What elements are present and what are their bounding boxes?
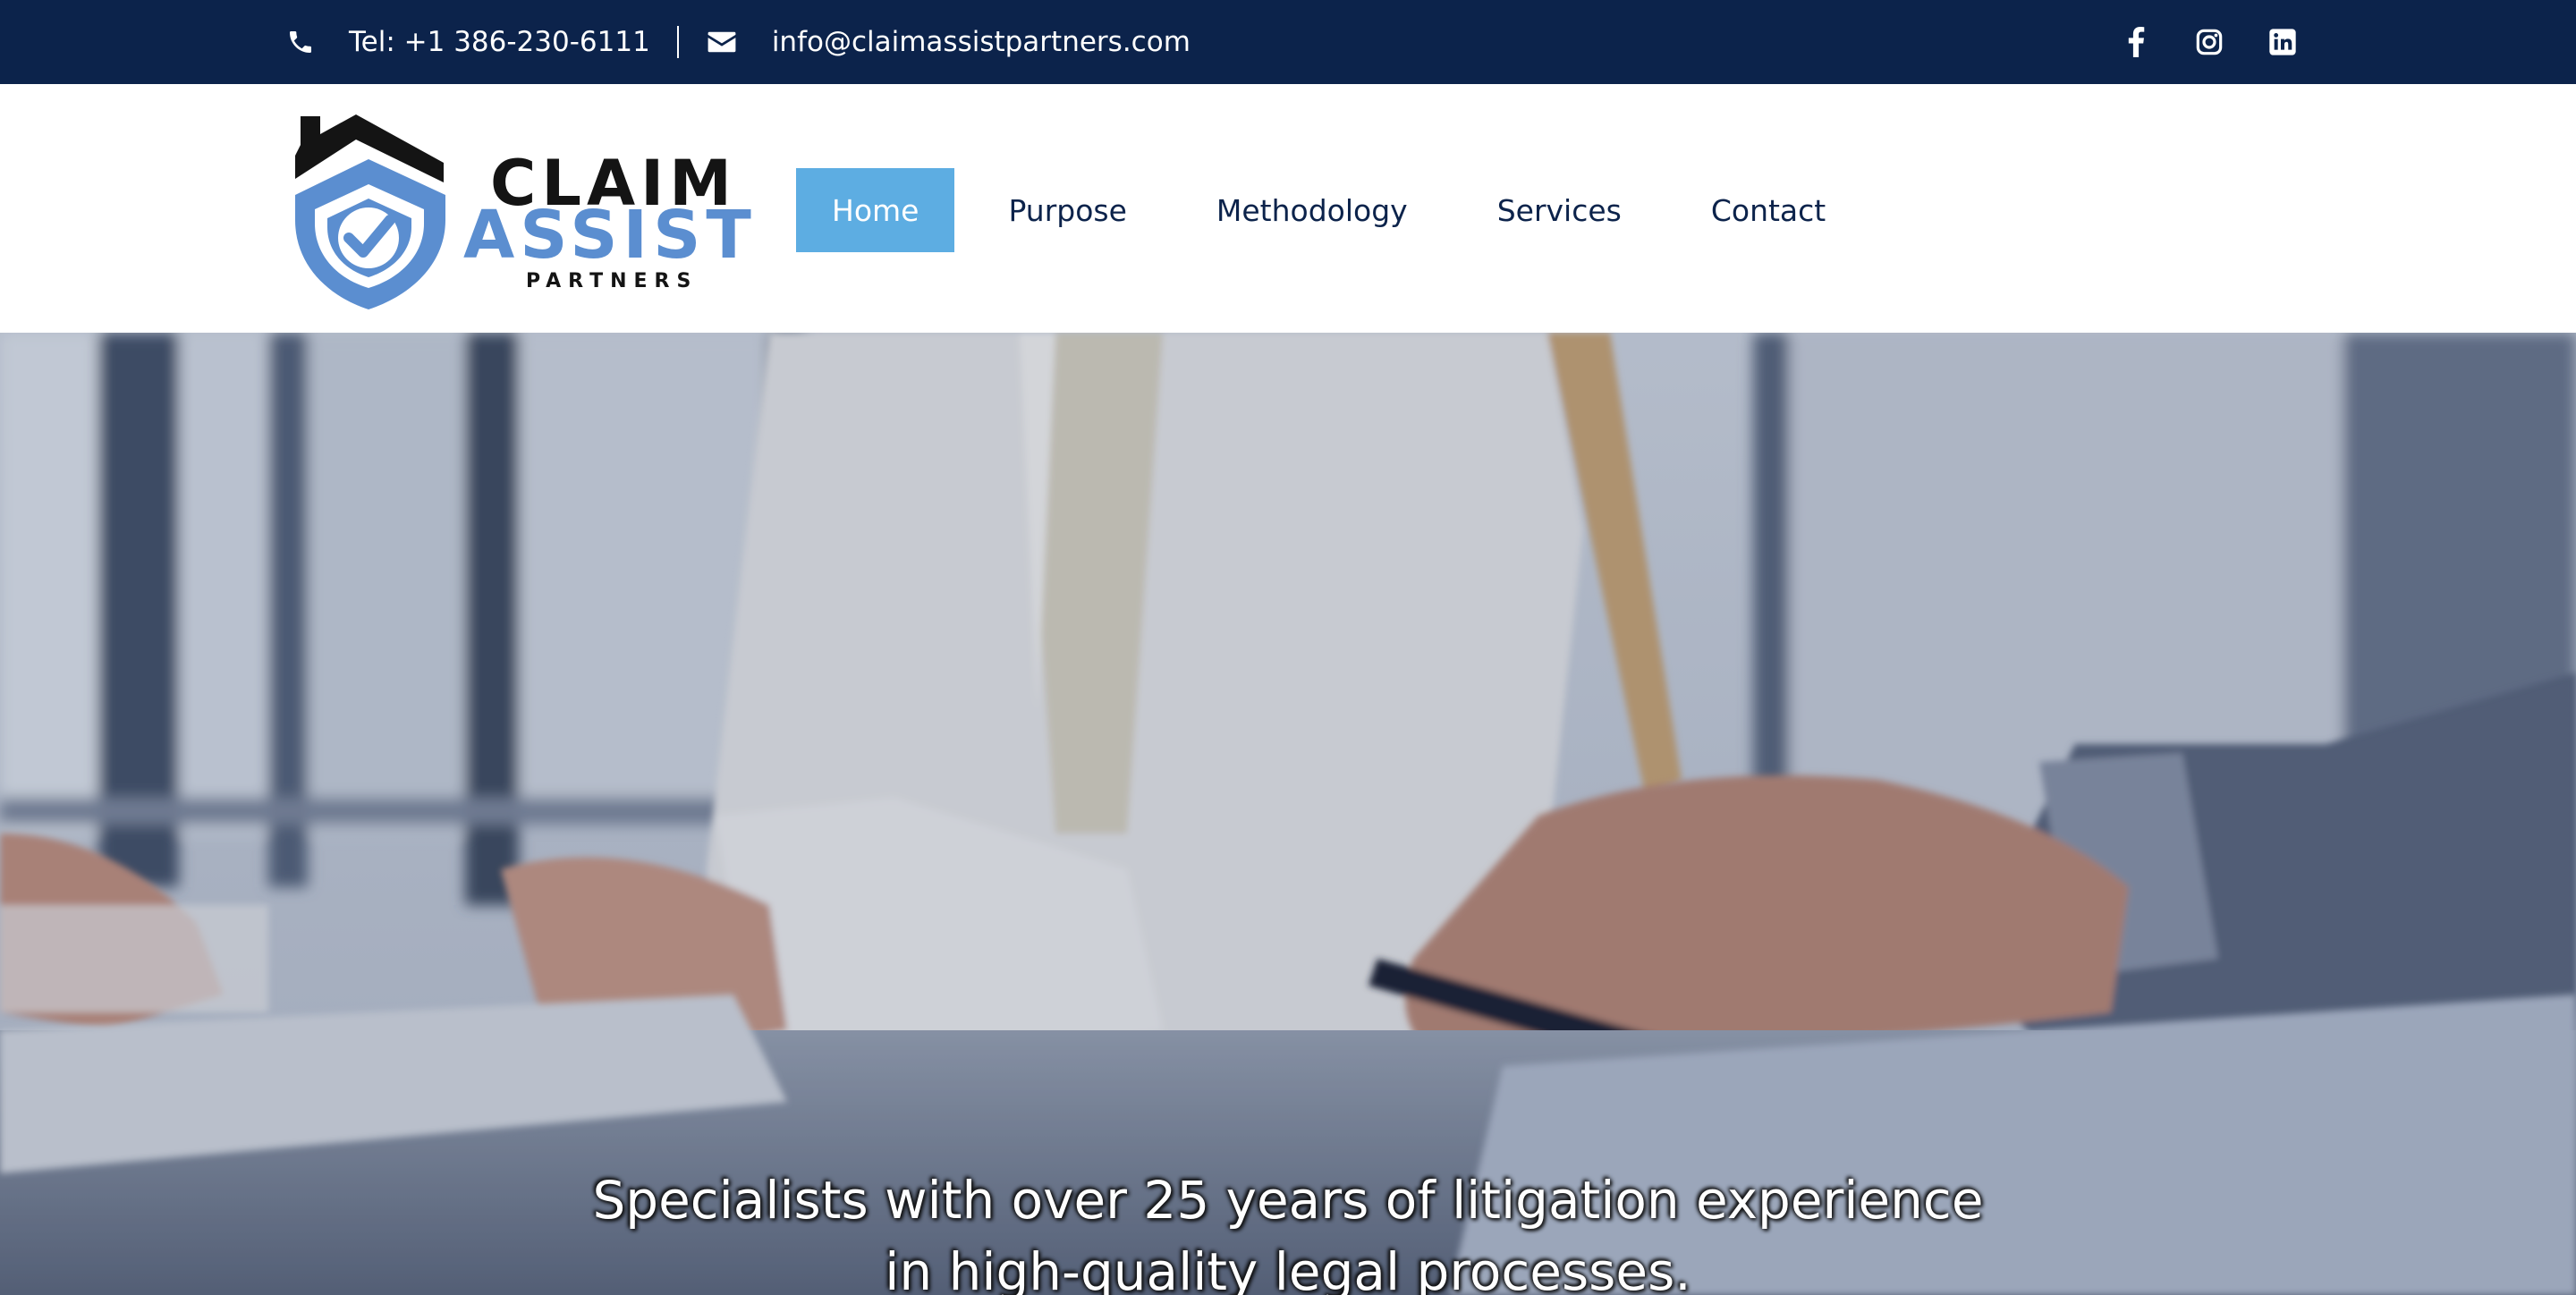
hero-video-banner: Specialists with over 25 years of litiga… — [0, 333, 2576, 1295]
email-link[interactable]: info@claimassistpartners.com — [772, 26, 1191, 58]
hero-background-image — [0, 333, 2576, 1295]
nav-home[interactable]: Home — [796, 168, 955, 252]
facebook-icon[interactable] — [2120, 26, 2152, 58]
instagram-icon[interactable] — [2193, 26, 2225, 58]
claim-assist-logo[interactable]: CLAIM ASSIST PARTNERS — [293, 113, 758, 309]
envelope-icon — [706, 26, 738, 58]
nav-methodology[interactable]: Methodology — [1181, 168, 1444, 252]
hero-caption-line-2: in high-quality legal processes. — [885, 1241, 1691, 1295]
top-contact-bar: Tel: +1 386-230-6111 info@claimassistpar… — [0, 0, 2576, 84]
site-header: CLAIM ASSIST PARTNERS Home Purpose Metho… — [0, 84, 2576, 333]
nav-contact[interactable]: Contact — [1675, 168, 1861, 252]
phone-icon — [284, 26, 317, 58]
main-nav: Home Purpose Methodology Services Contac… — [796, 168, 1879, 252]
logo-partners-text: PARTNERS — [526, 270, 699, 292]
nav-purpose[interactable]: Purpose — [972, 168, 1162, 252]
social-links — [2120, 0, 2299, 84]
nav-services[interactable]: Services — [1462, 168, 1657, 252]
linkedin-icon[interactable] — [2267, 26, 2299, 58]
hero-caption-line-1: Specialists with over 25 years of litiga… — [592, 1170, 1984, 1231]
hero-caption: Specialists with over 25 years of litiga… — [0, 1164, 2576, 1295]
contact-info: Tel: +1 386-230-6111 info@claimassistpar… — [284, 0, 1191, 84]
logo-assist-text: ASSIST — [463, 197, 757, 274]
shield-check-icon — [295, 114, 445, 309]
contact-divider — [676, 26, 679, 58]
phone-link[interactable]: Tel: +1 386-230-6111 — [349, 26, 650, 58]
